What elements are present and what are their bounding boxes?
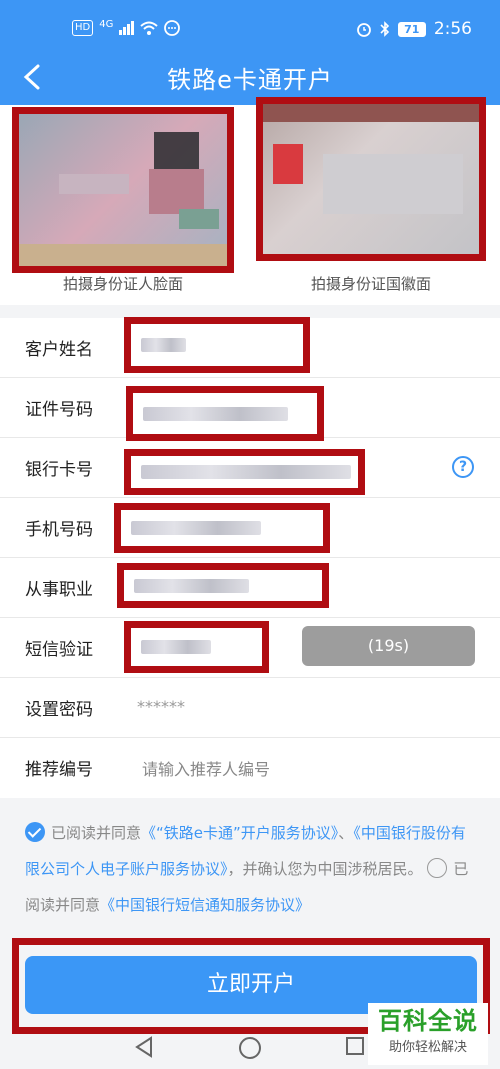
agree-text-1: 已阅读并同意: [51, 824, 142, 842]
sms-code-field[interactable]: [124, 621, 269, 673]
id-number-label: 证件号码: [25, 400, 93, 420]
help-icon[interactable]: ?: [452, 456, 474, 478]
id-number-row: 证件号码: [0, 378, 500, 441]
password-field[interactable]: ******: [137, 697, 185, 716]
bank-card-row: 银行卡号 ?: [0, 438, 500, 498]
phone-field[interactable]: [114, 503, 330, 553]
page-title: 铁路e卡通开户: [167, 66, 333, 94]
watermark-subtitle: 助你轻松解决: [388, 1040, 467, 1055]
app-header: HD 4G 71 2:56 铁路e卡通开户: [0, 0, 500, 105]
name-label: 客户姓名: [25, 340, 93, 360]
network-type: 4G: [99, 18, 114, 30]
wifi-icon: [140, 21, 159, 35]
bank-card-label: 银行卡号: [25, 460, 93, 480]
name-field[interactable]: [124, 317, 310, 373]
name-row: 客户姓名: [0, 317, 500, 378]
id-front-photo[interactable]: [12, 107, 234, 273]
battery-icon: 71: [397, 21, 426, 37]
bank-card-field[interactable]: [124, 449, 365, 495]
sms-countdown-button[interactable]: (19s): [302, 626, 475, 666]
sms-row: 短信验证 (19s): [0, 618, 500, 678]
referrer-label: 推荐编号: [25, 760, 93, 780]
occupation-field[interactable]: [117, 563, 329, 608]
sms-agree-checkbox[interactable]: [427, 858, 448, 878]
password-label: 设置密码: [25, 700, 93, 720]
phone-label: 手机号码: [25, 520, 93, 540]
agree-text-2: ，并确认您为中国涉税居民。: [227, 860, 423, 878]
rail-ecard-agreement-link[interactable]: 《“铁路e卡通”开户服务协议》: [141, 824, 338, 842]
occupation-row: 从事职业: [0, 558, 500, 618]
id-front-caption: 拍摄身份证人脸面: [62, 275, 183, 293]
nav-home-icon[interactable]: [238, 1036, 262, 1060]
sms-label: 短信验证: [25, 640, 93, 660]
id-photo-section: 拍摄身份证人脸面 拍摄身份证国徽面: [0, 97, 500, 305]
referrer-row: 推荐编号 请输入推荐人编号: [0, 738, 500, 798]
watermark-title: 百科全说: [378, 1007, 478, 1035]
bluetooth-icon: [380, 21, 389, 37]
sms-agreement-link[interactable]: 《中国银行短信通知服务协议》: [100, 896, 310, 914]
occupation-label: 从事职业: [25, 580, 93, 600]
nav-recent-icon[interactable]: [345, 1036, 365, 1056]
hd-indicator: HD: [72, 20, 94, 36]
signal-icon: [119, 21, 135, 35]
clock: 2:56: [433, 19, 472, 39]
referrer-input[interactable]: 请输入推荐人编号: [142, 756, 270, 780]
phone-row: 手机号码: [0, 498, 500, 558]
status-bar: HD 4G 71 2:56: [0, 0, 500, 58]
password-row: 设置密码 ******: [0, 678, 500, 738]
agreement-section: 已阅读并同意《“铁路e卡通”开户服务协议》、《中国银行股份有限公司个人电子账户服…: [0, 795, 500, 935]
watermark-logo: 百科全说 助你轻松解决: [368, 1003, 488, 1065]
agree-separator: 、: [338, 824, 354, 842]
agree-checkbox-checked[interactable]: [25, 822, 45, 842]
alarm-icon: [356, 23, 371, 37]
id-number-field[interactable]: [126, 386, 324, 441]
account-form: 客户姓名 证件号码 银行卡号 ? 手机号码 从事职业 短信验证 (19s) 设置…: [0, 317, 500, 798]
id-back-caption: 拍摄身份证国徽面: [310, 275, 431, 293]
chat-icon: [164, 20, 181, 36]
nav-back-icon[interactable]: [133, 1036, 155, 1058]
id-back-photo[interactable]: [256, 97, 486, 261]
